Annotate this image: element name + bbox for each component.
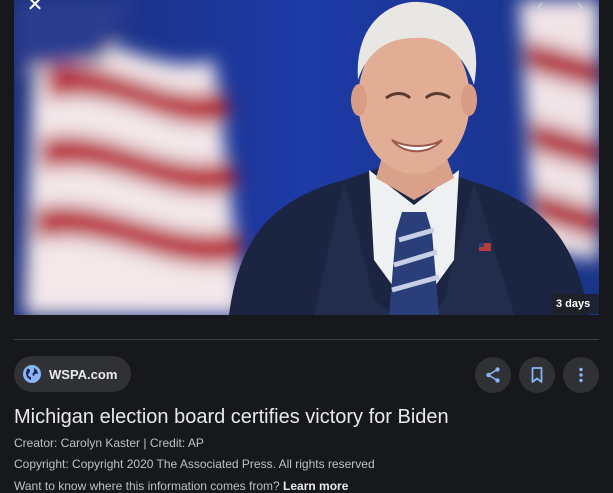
time-badge: 3 days ago xyxy=(552,294,599,314)
image-preview[interactable]: 3 days ago xyxy=(14,0,599,315)
save-button[interactable] xyxy=(519,357,555,393)
copyright-line: Copyright: Copyright 2020 The Associated… xyxy=(14,457,375,471)
chevron-left-icon[interactable]: ‹ xyxy=(530,0,550,16)
share-icon xyxy=(486,367,500,383)
globe-icon xyxy=(23,365,41,383)
share-button[interactable] xyxy=(475,357,511,393)
creator-line: Creator: Carolyn Kaster | Credit: AP xyxy=(14,436,204,450)
source-name: WSPA.com xyxy=(49,366,118,382)
learn-more-link[interactable]: Learn more xyxy=(283,479,348,493)
article-title[interactable]: Michigan election board certifies victor… xyxy=(14,406,449,429)
more-options-button[interactable] xyxy=(563,357,599,393)
chevron-right-icon[interactable]: › xyxy=(570,0,590,16)
info-line: Want to know where this information come… xyxy=(14,479,348,493)
news-photo xyxy=(14,0,599,315)
divider xyxy=(14,339,599,340)
close-icon[interactable]: ✕ xyxy=(24,0,46,16)
info-prompt: Want to know where this information come… xyxy=(14,479,280,493)
more-vert-icon xyxy=(579,367,583,383)
bookmark-icon xyxy=(531,367,543,383)
source-chip[interactable]: WSPA.com xyxy=(14,356,132,392)
